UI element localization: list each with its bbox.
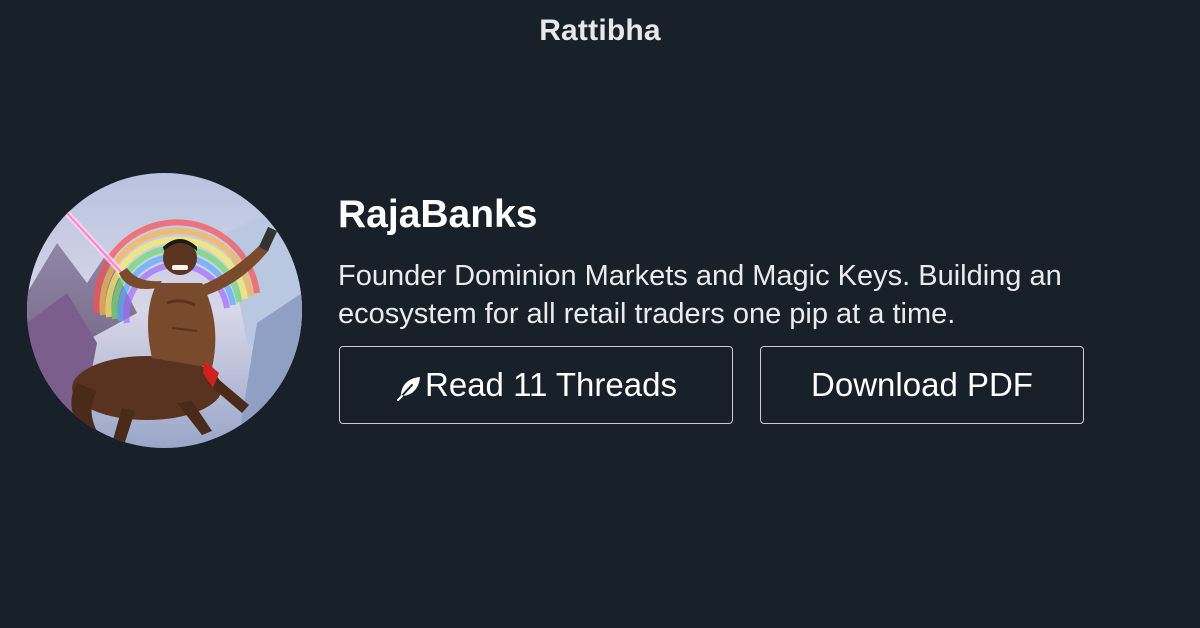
download-pdf-button[interactable]: Download PDF — [760, 346, 1084, 424]
brand-title: Rattibha — [539, 14, 661, 47]
read-threads-button[interactable]: Read 11 Threads — [339, 346, 733, 424]
feather-icon — [395, 374, 423, 402]
download-pdf-label: Download PDF — [811, 366, 1033, 403]
read-threads-label: Read 11 Threads — [425, 366, 677, 403]
profile-username: RajaBanks — [338, 193, 538, 236]
avatar — [27, 173, 302, 448]
profile-bio: Founder Dominion Markets and Magic Keys.… — [338, 260, 1062, 330]
